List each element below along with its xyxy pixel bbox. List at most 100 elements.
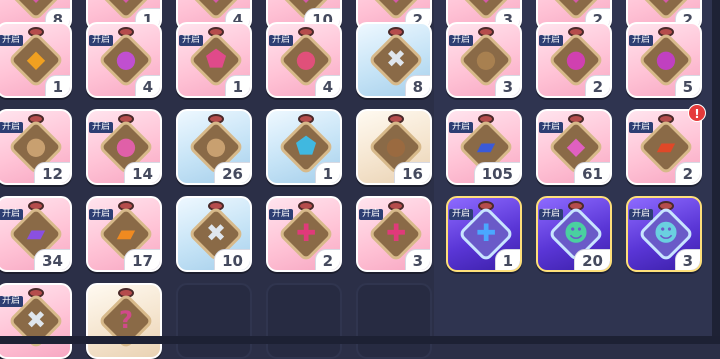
item-slot[interactable]: ▰ 开启 2 [626, 109, 702, 185]
open-tag: 开启 [269, 35, 294, 46]
open-tag: 开启 [629, 122, 654, 133]
bag-icon: ◆ [178, 0, 250, 7]
item-count: 8 [404, 75, 430, 96]
open-tag: 开启 [539, 122, 564, 133]
item-slot[interactable]: ⬟ 开启 1 [176, 22, 252, 98]
item-slot[interactable]: ✖ 开启 [0, 283, 72, 359]
item-count: 16 [394, 162, 430, 183]
card-icon: ▰ [656, 132, 676, 160]
open-tag: 开启 [359, 209, 384, 220]
pouch-icon: ● [25, 132, 47, 160]
bag-icon: ◆ [268, 0, 340, 7]
item-slot[interactable]: ☻ 开启 20 [536, 196, 612, 272]
item-count: 2 [314, 249, 340, 270]
item-count: 2 [584, 75, 610, 96]
cookie-icon: ✚ [385, 219, 407, 247]
item-count: 26 [214, 162, 250, 183]
item-slot[interactable]: ☻ 开启 3 [626, 196, 702, 272]
item-count: 3 [494, 75, 520, 96]
item-slot[interactable]: ● 开启 5 [626, 22, 702, 98]
bag-icon: ◆ [358, 0, 430, 7]
open-tag: 开启 [629, 35, 654, 46]
item-slot[interactable]: ◆ 开启 1 [0, 22, 72, 98]
cookie-icon: ☻ [653, 219, 679, 247]
open-tag: 开启 [539, 35, 564, 46]
gem-chest-icon: ⬟ [295, 132, 317, 160]
item-count: 4 [314, 75, 340, 96]
item-slot[interactable]: ● 16 [356, 109, 432, 185]
item-count: 1 [224, 75, 250, 96]
pouch-icon: ● [475, 45, 497, 73]
gem-chest-icon: ⬟ [205, 45, 227, 73]
open-tag: 开启 [449, 209, 474, 220]
open-tag: 开启 [0, 296, 24, 307]
gem-chest-icon: ◆ [566, 132, 586, 160]
cookie-icon: ✚ [475, 219, 497, 247]
item-count: 2 [674, 162, 700, 183]
alert-badge: ! [688, 104, 706, 122]
item-slot[interactable]: ⬟ 1 [266, 109, 342, 185]
open-tag: 开启 [89, 122, 114, 133]
item-slot[interactable]: ● 开启 14 [86, 109, 162, 185]
item-slot[interactable]: ✚ 开启 1 [446, 196, 522, 272]
item-count: 17 [124, 249, 160, 270]
bag-icon: ◆ [0, 0, 70, 7]
item-slot[interactable]: ◆ 开启 61 [536, 109, 612, 185]
open-tag: 开启 [89, 35, 114, 46]
pouch-icon: ● [565, 45, 587, 73]
item-slot[interactable]: ▰ 开启 17 [86, 196, 162, 272]
pouch-icon: ● [385, 132, 407, 160]
item-slot[interactable]: ✚ 开启 3 [356, 196, 432, 272]
bag-icon: ◆ [448, 0, 520, 7]
open-tag: 开启 [449, 35, 474, 46]
open-tag: 开启 [0, 209, 24, 220]
item-slot[interactable]: ? [86, 283, 162, 359]
open-tag: 开启 [0, 35, 24, 46]
item-count: 61 [574, 162, 610, 183]
open-tag: 开启 [89, 209, 114, 220]
cookie-icon: ✚ [295, 219, 317, 247]
card-icon: ▰ [116, 219, 136, 247]
cross-chest-icon: ✖ [25, 306, 47, 334]
item-slot[interactable]: ● 开启 2 [536, 22, 612, 98]
open-tag: 开启 [269, 209, 294, 220]
open-tag: 开启 [629, 209, 654, 220]
item-slot[interactable]: ● 开启 4 [266, 22, 342, 98]
item-count: 1 [494, 249, 520, 270]
item-slot[interactable]: ● 开启 12 [0, 109, 72, 185]
item-slot[interactable]: ● 26 [176, 109, 252, 185]
bag-icon: ◆ [88, 0, 160, 7]
item-count: 1 [44, 75, 70, 96]
gem-chest-icon: ◆ [26, 45, 46, 73]
item-slot[interactable]: ✖ 8 [356, 22, 432, 98]
bag-icon: ◆ [538, 0, 610, 7]
item-slot[interactable]: ▰ 开启 105 [446, 109, 522, 185]
pouch-icon: ● [295, 45, 317, 73]
pouch-icon: ● [655, 45, 677, 73]
card-icon: ▰ [26, 219, 46, 247]
item-slot[interactable]: ● 开启 4 [86, 22, 162, 98]
empty-slot[interactable] [266, 283, 342, 359]
item-count: 20 [574, 249, 610, 270]
open-tag: 开启 [449, 122, 474, 133]
pouch-icon: ● [115, 132, 137, 160]
item-count: 10 [214, 249, 250, 270]
item-slot[interactable]: ✖ 10 [176, 196, 252, 272]
cross-chest-icon: ✖ [385, 45, 407, 73]
item-count: 5 [674, 75, 700, 96]
item-count: 3 [674, 249, 700, 270]
item-slot[interactable]: ▰ 开启 34 [0, 196, 72, 272]
empty-slot[interactable] [176, 283, 252, 359]
item-slot[interactable]: ● 开启 3 [446, 22, 522, 98]
cross-chest-icon: ✖ [205, 219, 227, 247]
item-count: 4 [134, 75, 160, 96]
mystery-chest-icon: ? [119, 306, 133, 334]
pouch-icon: ● [205, 132, 227, 160]
open-tag: 开启 [539, 209, 564, 220]
item-count: 1 [314, 162, 340, 183]
item-count: 12 [34, 162, 70, 183]
scrollbar[interactable] [712, 0, 720, 344]
item-count: 34 [34, 249, 70, 270]
empty-slot[interactable] [356, 283, 432, 359]
item-slot[interactable]: ✚ 开启 2 [266, 196, 342, 272]
